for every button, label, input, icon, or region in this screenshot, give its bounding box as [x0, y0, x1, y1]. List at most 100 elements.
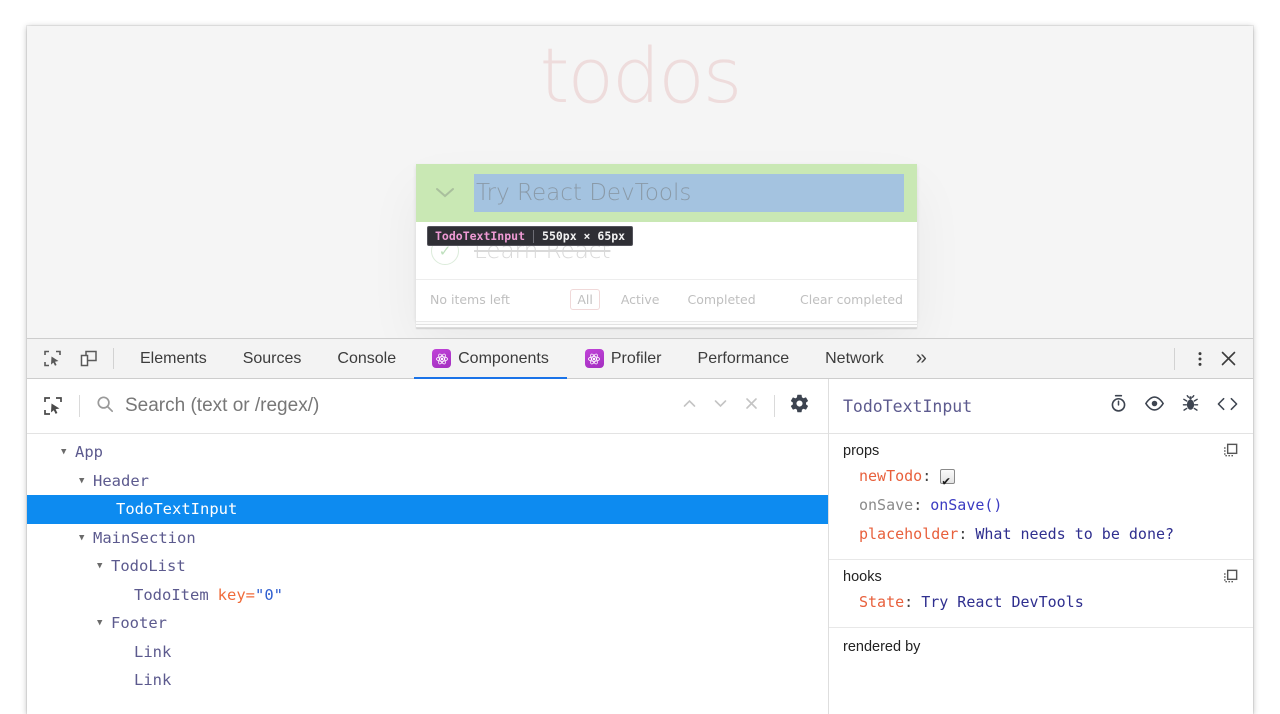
bug-icon[interactable]	[1181, 394, 1200, 418]
filter-active[interactable]: Active	[614, 289, 667, 310]
tree-node-label: Link	[134, 671, 172, 690]
prop-key: onSave	[859, 496, 914, 514]
tree-node-attr-value: "0"	[254, 585, 283, 604]
badge-divider	[533, 229, 535, 243]
prop-value: onSave()	[930, 496, 1003, 514]
todo-count: No items left	[430, 292, 510, 307]
tree-node-label: Header	[93, 471, 149, 490]
filter-completed[interactable]: Completed	[680, 289, 762, 310]
gear-icon[interactable]	[775, 393, 828, 419]
copy-to-clipboard-icon[interactable]	[1222, 568, 1239, 585]
tab-components-label: Components	[458, 349, 549, 367]
inspector-header: TodoTextInput	[829, 379, 1253, 434]
code-icon[interactable]	[1216, 395, 1239, 418]
hooks-section: hooks State: Try React DevTools	[829, 560, 1253, 628]
search-nav	[667, 395, 774, 417]
tabbar-divider	[113, 348, 114, 369]
tab-network-label: Network	[825, 349, 884, 367]
tab-console-label: Console	[337, 349, 397, 367]
copy-to-clipboard-icon[interactable]	[1222, 442, 1239, 459]
device-toolbar-icon[interactable]	[75, 346, 101, 372]
prop-row-newtodo[interactable]: newTodo:	[829, 462, 1253, 496]
filter-all[interactable]: All	[570, 289, 600, 310]
page-viewport: todos Try React DevTools TodoTextInput 5…	[27, 26, 1253, 338]
component-tree-pane: Search (text or /regex/) ▼ App ▼ Header …	[27, 379, 829, 714]
chevron-down-icon[interactable]	[416, 182, 474, 204]
tab-profiler[interactable]: Profiler	[567, 339, 680, 378]
chevron-down-icon[interactable]: ▼	[97, 618, 111, 628]
tree-node-label: App	[75, 443, 103, 462]
tree-node-label: Link	[134, 642, 172, 661]
search-icon	[96, 395, 114, 418]
close-icon[interactable]	[1215, 346, 1241, 372]
tree-node-mainsection[interactable]: ▼ MainSection	[27, 524, 828, 553]
chevron-down-icon[interactable]: ▼	[79, 533, 93, 543]
browser-window: todos Try React DevTools TodoTextInput 5…	[27, 26, 1253, 714]
chevron-down-icon[interactable]: ▼	[97, 561, 111, 571]
hooks-section-title: hooks	[843, 568, 882, 585]
tree-node-footer[interactable]: ▼ Footer	[27, 609, 828, 638]
tree-node-link-1[interactable]: Link	[27, 638, 828, 667]
tree-node-app[interactable]: ▼ App	[27, 438, 828, 467]
close-icon[interactable]	[743, 395, 760, 417]
chevron-down-icon[interactable]: ▼	[61, 447, 75, 457]
inspect-element-icon[interactable]	[39, 346, 65, 372]
tab-profiler-label: Profiler	[610, 349, 662, 367]
hooks-section-header: hooks	[829, 568, 1253, 585]
timer-icon[interactable]	[1109, 394, 1128, 418]
tree-node-todotextinput[interactable]: TodoTextInput	[27, 495, 828, 524]
select-element-icon[interactable]	[27, 395, 79, 417]
devtools-tabbar: Elements Sources Console Components Prof…	[27, 339, 1253, 379]
chevron-down-icon[interactable]	[712, 395, 729, 417]
tree-node-label: Footer	[111, 614, 167, 633]
tree-node-attr-key: key="0"	[217, 585, 283, 604]
props-section: props newTodo: ✔ onSave: onSave() place…	[829, 434, 1253, 560]
todo-header-highlighted: Try React DevTools	[416, 164, 917, 222]
component-tree[interactable]: ▼ App ▼ Header TodoTextInput ▼ MainSecti…	[27, 434, 828, 714]
tree-node-todolist[interactable]: ▼ TodoList	[27, 552, 828, 581]
tree-node-label: TodoList	[111, 557, 186, 576]
hook-row-state[interactable]: State: Try React DevTools	[829, 588, 1253, 617]
chevron-down-icon[interactable]: ▼	[79, 476, 93, 486]
new-todo-input[interactable]: Try React DevTools	[474, 174, 904, 212]
props-section-header: props	[829, 442, 1253, 459]
prop-checkbox-value[interactable]	[940, 467, 956, 496]
tab-console[interactable]: Console	[319, 339, 414, 378]
inspected-component-name: TodoTextInput	[843, 396, 973, 416]
chevron-up-icon[interactable]	[681, 395, 698, 417]
tab-sources-label: Sources	[242, 349, 302, 367]
devtools-tool-icons	[27, 339, 109, 378]
tab-elements[interactable]: Elements	[122, 339, 225, 378]
badge-dimensions: 550px × 65px	[542, 229, 626, 243]
actions-divider	[1174, 347, 1175, 370]
tab-network[interactable]: Network	[807, 339, 902, 378]
search-input[interactable]: Search (text or /regex/)	[80, 395, 667, 418]
prop-key: newTodo	[859, 467, 923, 485]
prop-row-onsave[interactable]: onSave: onSave()	[829, 491, 1253, 520]
kebab-menu-icon[interactable]	[1187, 346, 1213, 372]
components-panel: Search (text or /regex/) ▼ App ▼ Header …	[27, 379, 1253, 714]
prop-colon: :	[913, 496, 923, 514]
hook-key: State	[859, 593, 905, 611]
tab-components[interactable]: Components	[414, 339, 567, 379]
tab-sources[interactable]: Sources	[225, 339, 320, 378]
tab-performance-label: Performance	[697, 349, 790, 367]
tree-node-header[interactable]: ▼ Header	[27, 467, 828, 496]
new-todo-value: Try React DevTools	[476, 180, 692, 206]
tab-elements-label: Elements	[140, 349, 207, 367]
clear-completed-button[interactable]: Clear completed	[800, 292, 903, 307]
prop-row-placeholder[interactable]: placeholder: What needs to be done?	[829, 520, 1253, 549]
more-tabs-button[interactable]: »	[902, 339, 941, 378]
devtools-panel: Elements Sources Console Components Prof…	[27, 338, 1253, 714]
eye-icon[interactable]	[1144, 394, 1165, 418]
prop-key: placeholder	[859, 525, 959, 543]
tree-node-label: TodoItem	[134, 585, 209, 604]
tree-node-todoitem[interactable]: TodoItem key="0"	[27, 581, 828, 610]
tree-node-link-2[interactable]: Link	[27, 666, 828, 695]
prop-value: What needs to be done?	[975, 525, 1175, 543]
prop-colon: :	[922, 467, 932, 485]
screenshot-root: todos Try React DevTools TodoTextInput 5…	[0, 0, 1280, 714]
tab-performance[interactable]: Performance	[680, 339, 808, 378]
element-size-badge: TodoTextInput 550px × 65px	[427, 226, 634, 246]
react-icon	[584, 349, 604, 368]
